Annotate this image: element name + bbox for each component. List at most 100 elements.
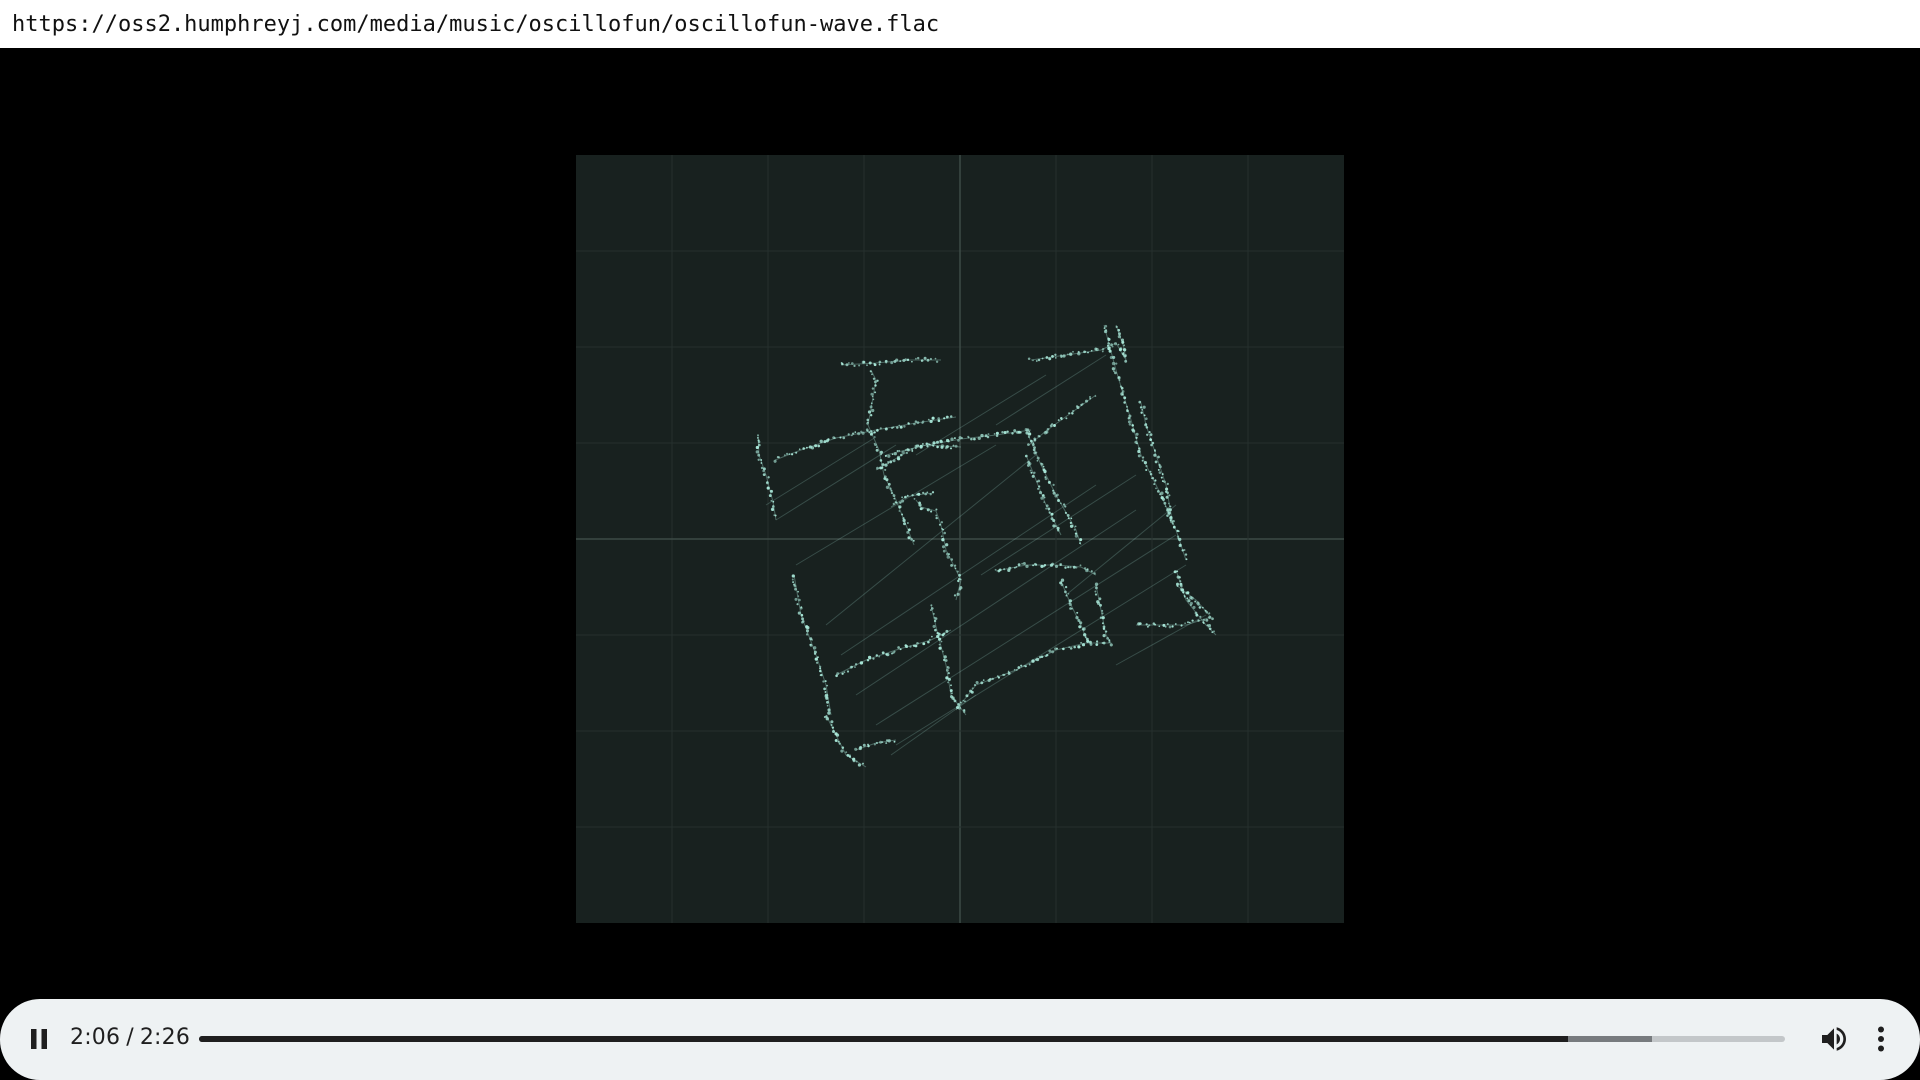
oscilloscope-point — [830, 724, 833, 726]
oscilloscope-point — [953, 564, 957, 567]
oscilloscope-point — [1003, 568, 1006, 571]
oscilloscope-point — [840, 749, 844, 753]
oscilloscope-point — [1146, 625, 1149, 628]
oscilloscope-point — [810, 446, 815, 450]
oscilloscope-point — [1131, 429, 1136, 433]
oscilloscope-point — [1184, 622, 1186, 624]
oscilloscope-point — [907, 422, 910, 425]
oscilloscope-point — [1160, 476, 1163, 479]
oscilloscope-point — [922, 491, 925, 495]
address-bar[interactable]: https://oss2.humphreyj.com/media/music/o… — [0, 0, 1920, 48]
oscilloscope-point — [831, 726, 835, 729]
oscilloscope-point — [890, 492, 893, 495]
oscilloscope-point — [875, 446, 878, 448]
oscilloscope-point — [1033, 437, 1036, 441]
oscilloscope-point — [1153, 483, 1156, 486]
oscilloscope-point — [1080, 641, 1083, 644]
oscilloscope-point — [793, 584, 797, 588]
oscilloscope-point — [1090, 349, 1093, 352]
oscilloscope-point — [870, 392, 874, 396]
oscilloscope-point — [1138, 400, 1142, 404]
oscilloscope-point — [952, 444, 955, 447]
oscilloscope-point — [757, 440, 761, 444]
oscilloscope-point — [1033, 471, 1036, 475]
oscilloscope-point — [1013, 429, 1017, 433]
oscilloscope-point — [794, 597, 798, 601]
oscilloscope-point — [1155, 487, 1157, 490]
oscilloscope-point — [1071, 412, 1074, 415]
oscilloscope-retrace — [775, 444, 897, 521]
oscilloscope-point — [851, 434, 853, 437]
oscilloscope-point — [1166, 623, 1169, 626]
oscilloscope-point — [904, 495, 907, 499]
seek-bar[interactable] — [199, 1036, 1785, 1042]
oscilloscope-point — [907, 522, 909, 524]
oscilloscope-point — [930, 510, 933, 513]
oscilloscope-point — [946, 415, 949, 418]
oscilloscope-point — [896, 455, 900, 459]
oscilloscope-point — [1031, 474, 1035, 478]
oscilloscope-point — [1105, 630, 1108, 633]
oscilloscope-point — [862, 743, 866, 747]
oscilloscope-point — [922, 443, 924, 445]
oscilloscope-canvas — [576, 155, 1344, 923]
oscilloscope-point — [1101, 612, 1104, 615]
oscilloscope-point — [1198, 606, 1202, 609]
oscilloscope-point — [1142, 456, 1145, 459]
pause-button[interactable] — [24, 1021, 54, 1057]
mute-button[interactable] — [1818, 1023, 1850, 1055]
oscilloscope-trace — [774, 416, 957, 461]
oscilloscope-point — [857, 763, 861, 767]
oscilloscope-point — [802, 447, 805, 450]
oscilloscope-point — [970, 690, 974, 694]
oscilloscope-point — [1090, 570, 1093, 573]
oscilloscope-point — [1003, 431, 1007, 434]
oscilloscope-point — [879, 459, 883, 462]
oscilloscope-point — [1186, 591, 1190, 595]
oscilloscope-point — [1184, 553, 1188, 556]
oscilloscope-point — [1135, 436, 1138, 439]
oscilloscope-point — [1067, 566, 1070, 569]
oscilloscope-point — [1111, 367, 1116, 371]
oscilloscope-point — [1020, 664, 1023, 667]
oscilloscope-point — [898, 505, 902, 509]
oscilloscope-point — [1066, 513, 1070, 517]
oscilloscope-point — [1135, 432, 1139, 436]
oscilloscope-point — [881, 741, 884, 744]
oscilloscope-point — [953, 699, 957, 703]
pause-icon — [31, 1029, 47, 1049]
oscilloscope-point — [898, 510, 901, 512]
oscilloscope-point — [867, 744, 870, 748]
oscilloscope-point — [1043, 501, 1046, 504]
oscilloscope-point — [755, 450, 759, 454]
oscilloscope-retrace — [840, 484, 1097, 656]
oscilloscope-point — [1154, 479, 1157, 482]
oscilloscope-point — [1075, 405, 1079, 408]
oscilloscope-point — [1024, 454, 1028, 458]
oscilloscope-point — [1040, 496, 1044, 500]
oscilloscope-point — [1062, 647, 1065, 651]
oscilloscope-point — [1122, 353, 1125, 356]
oscilloscope-point — [800, 613, 804, 617]
oscilloscope-point — [870, 402, 873, 405]
oscilloscope-point — [931, 416, 935, 420]
more-options-button[interactable] — [1870, 1021, 1892, 1057]
oscilloscope-point — [798, 598, 801, 602]
oscilloscope-point — [1160, 491, 1164, 495]
oscilloscope-point — [934, 628, 937, 632]
oscilloscope-point — [917, 444, 920, 447]
oscilloscope-point — [878, 360, 882, 364]
oscilloscope-point — [947, 681, 949, 684]
oscilloscope-point — [846, 670, 850, 673]
oscilloscope-point — [873, 431, 876, 434]
oscilloscope-point — [1145, 468, 1148, 472]
oscilloscope-point — [936, 517, 938, 520]
oscilloscope-point — [1158, 625, 1161, 628]
oscilloscope-point — [813, 646, 817, 650]
oscilloscope-point — [874, 443, 877, 447]
oscilloscope-point — [1045, 356, 1049, 359]
oscilloscope-point — [847, 362, 850, 364]
oscilloscope-point — [862, 762, 864, 765]
oscilloscope-point — [1015, 566, 1018, 568]
oscilloscope-point — [1166, 482, 1169, 486]
